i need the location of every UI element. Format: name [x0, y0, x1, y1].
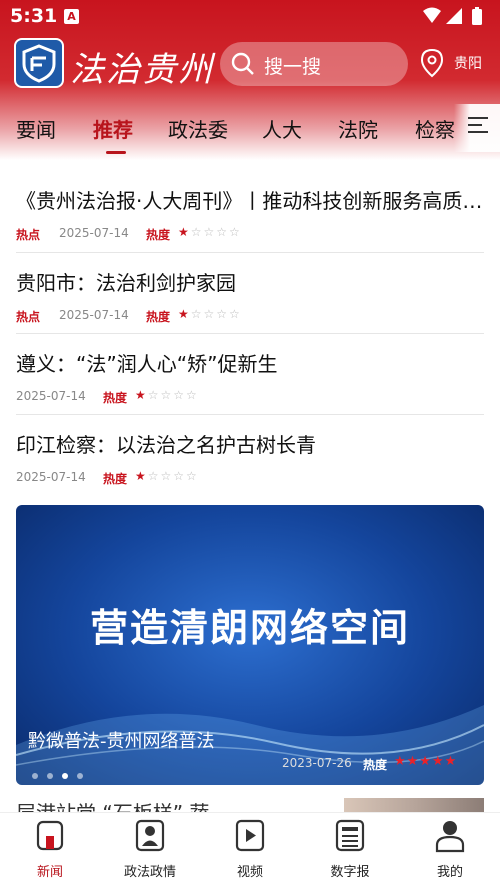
news-item[interactable]: 《贵州法治报·人大周刊》丨推动科技创新服务高质量发展 热点 2025-07-14…: [16, 185, 484, 242]
officer-icon: [135, 819, 165, 852]
news-item[interactable]: 贵阳市：法治利剑护家园 热点 2025-07-14 热度 ★☆☆☆☆: [16, 267, 484, 324]
nav-video-label: 视频: [236, 865, 263, 880]
divider: [16, 252, 484, 253]
news-date: 2025-07-14: [16, 389, 86, 403]
system-status-icons: [423, 7, 482, 25]
search-icon: [231, 52, 254, 75]
app-logo-icon: [14, 38, 64, 88]
banner-date: 2023-07-26: [282, 756, 352, 770]
tab-menu-icon[interactable]: [454, 104, 500, 152]
signal-icon: [446, 8, 462, 24]
heat-label: 热度: [146, 228, 171, 242]
carousel-dot[interactable]: [77, 773, 83, 779]
newspaper-icon: [335, 819, 365, 852]
nav-profile-label: 我的: [436, 865, 463, 880]
news-date: 2025-07-14: [59, 226, 129, 240]
notification-icon: A: [64, 9, 79, 24]
news-thumbnail[interactable]: [344, 798, 484, 812]
heat-label: 热度: [103, 391, 128, 405]
news-title: 贵阳市：法治利剑护家园: [16, 271, 236, 295]
nav-profile[interactable]: 我的: [405, 819, 495, 880]
news-item[interactable]: 遵义：“法”润人心“矫”促新生 2025-07-14 热度 ★☆☆☆☆: [16, 348, 484, 405]
tab-yaowen[interactable]: 要闻: [16, 114, 56, 143]
bottom-navigation: 新闻 政法政情 视频 数字报 我的: [0, 812, 500, 888]
search-placeholder: 搜一搜: [264, 56, 322, 78]
divider: [16, 414, 484, 415]
news-item[interactable]: 印江检察：以法治之名护古树长青 2025-07-14 热度 ★☆☆☆☆: [16, 429, 484, 486]
video-icon: [235, 819, 265, 852]
nav-politics[interactable]: 政法政情: [105, 819, 195, 880]
location-pin-icon[interactable]: [420, 48, 444, 78]
news-title: 《贵州法治报·人大周刊》丨推动科技创新服务高质量发展: [16, 189, 484, 213]
hot-badge: 热点: [16, 310, 41, 324]
carousel-dot-active[interactable]: [62, 773, 68, 779]
app-header: 5:31 A 法治贵州 搜一搜 贵阳 要闻 推荐 政法委 人大 法院 检察: [0, 0, 500, 160]
nav-video[interactable]: 视频: [205, 819, 295, 880]
tab-tuijian[interactable]: 推荐: [93, 114, 133, 143]
status-bar: 5:31 A: [0, 0, 500, 34]
nav-digital-paper[interactable]: 数字报: [305, 819, 395, 880]
tab-zhengfawei[interactable]: 政法委: [168, 114, 228, 143]
heat-rating: ★☆☆☆☆: [135, 469, 199, 483]
banner-carousel[interactable]: 营造清朗网络空间 黔微普法-贵州网络普法 2023-07-26 热度 ★★★★★: [16, 505, 484, 785]
heat-rating: ★☆☆☆☆: [178, 225, 242, 239]
carousel-dots: [32, 764, 92, 779]
category-tabs: 要闻 推荐 政法委 人大 法院 检察: [0, 104, 500, 154]
banner-caption: 黔微普法-贵州网络普法: [28, 731, 215, 752]
tab-renda[interactable]: 人大: [262, 114, 302, 143]
home-icon: [36, 820, 64, 851]
heat-label: 热度: [103, 472, 128, 486]
status-time: 5:31: [10, 5, 58, 27]
news-date: 2025-07-14: [16, 470, 86, 484]
user-icon: [435, 821, 465, 853]
battery-icon: [472, 9, 482, 25]
carousel-dot[interactable]: [47, 773, 53, 779]
hot-badge: 热点: [16, 228, 41, 242]
wifi-icon: [423, 7, 441, 23]
location-label[interactable]: 贵阳: [454, 53, 482, 73]
news-date: 2025-07-14: [59, 308, 129, 322]
nav-politics-label: 政法政情: [123, 865, 176, 880]
heat-label: 热度: [146, 310, 171, 324]
nav-news-label: 新闻: [36, 865, 63, 880]
banner-headline: 营造清朗网络空间: [89, 605, 410, 650]
divider: [16, 333, 484, 334]
search-box[interactable]: 搜一搜: [220, 42, 408, 86]
heat-rating: ★☆☆☆☆: [178, 307, 242, 321]
banner-heat-label: 热度: [363, 758, 388, 772]
news-title: 印江检察：以法治之名护古树长青: [16, 433, 316, 457]
heat-rating: ★☆☆☆☆: [135, 388, 199, 402]
tab-fayuan[interactable]: 法院: [338, 114, 378, 143]
active-tab-indicator: [106, 151, 126, 154]
app-logo-text: 法治贵州: [70, 50, 214, 90]
nav-news[interactable]: 新闻: [5, 819, 95, 880]
carousel-dot[interactable]: [32, 773, 38, 779]
tab-jiancha[interactable]: 检察: [415, 114, 455, 143]
nav-digital-paper-label: 数字报: [330, 865, 370, 880]
news-title: 遵义：“法”润人心“矫”促新生: [16, 352, 278, 376]
banner-heat-rating: ★★★★★: [394, 754, 458, 769]
